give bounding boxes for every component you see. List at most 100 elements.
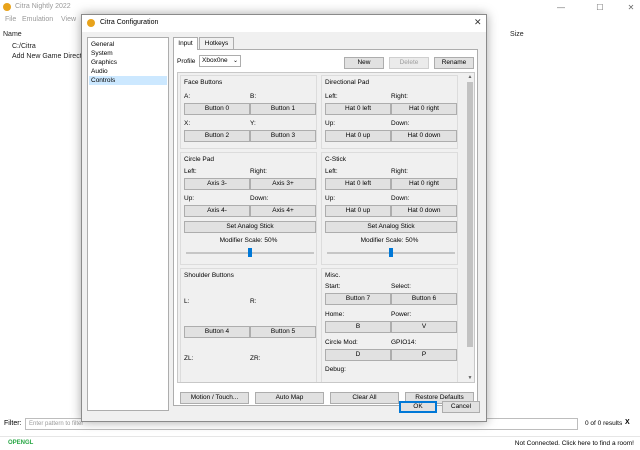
modifier-scale-label: Modifier Scale: 50% bbox=[219, 237, 278, 244]
ok-button[interactable]: OK bbox=[399, 401, 437, 413]
home-label: Home: bbox=[325, 311, 345, 318]
bind-y-button[interactable]: Button 3 bbox=[250, 130, 316, 142]
column-name-header[interactable]: Name bbox=[3, 31, 22, 38]
rename-profile-button[interactable]: Rename bbox=[434, 57, 474, 69]
nav-item-controls[interactable]: Controls bbox=[89, 76, 167, 85]
chevron-down-icon: ⌄ bbox=[232, 58, 238, 64]
bind-circle-left-button[interactable]: Axis 3- bbox=[184, 178, 250, 190]
menu-file[interactable]: File bbox=[5, 16, 16, 23]
auto-map-button[interactable]: Auto Map bbox=[255, 392, 324, 404]
face-buttons-group: Face Buttons A: B: Button 0 Button 1 X: … bbox=[180, 75, 317, 149]
menu-emulation[interactable]: Emulation bbox=[22, 16, 53, 23]
a-label: A: bbox=[184, 93, 191, 100]
bind-circle-right-button[interactable]: Axis 3+ bbox=[250, 178, 316, 190]
group-title: C-Stick bbox=[325, 156, 346, 163]
close-icon[interactable]: ✕ bbox=[625, 2, 637, 13]
bind-a-button[interactable]: Button 0 bbox=[184, 103, 250, 115]
slider-handle[interactable] bbox=[389, 248, 393, 257]
nav-item-general[interactable]: General bbox=[89, 40, 167, 49]
bind-power-button[interactable]: V bbox=[391, 321, 457, 333]
bind-l-button[interactable]: Button 4 bbox=[184, 326, 250, 338]
set-analog-stick-button[interactable]: Set Analog Stick bbox=[184, 221, 316, 233]
bind-start-button[interactable]: Button 7 bbox=[325, 293, 391, 305]
configuration-dialog: Citra Configuration ✕ General System Gra… bbox=[81, 14, 487, 422]
menu-view[interactable]: View bbox=[61, 16, 76, 23]
group-title: Directional Pad bbox=[325, 79, 370, 86]
bind-circle-down-button[interactable]: Axis 4+ bbox=[250, 205, 316, 217]
directional-pad-group: Directional Pad Left: Right: Hat 0 left … bbox=[321, 75, 458, 149]
scrollbar-thumb[interactable] bbox=[467, 82, 473, 347]
maximize-icon[interactable]: ☐ bbox=[594, 2, 606, 13]
dpad-right-label: Right: bbox=[391, 93, 408, 100]
minimize-icon[interactable]: — bbox=[555, 2, 567, 13]
clear-all-button[interactable]: Clear All bbox=[330, 392, 399, 404]
cstick-up-label: Up: bbox=[325, 195, 336, 202]
main-window-title: Citra Nightly 2022 bbox=[15, 3, 71, 10]
mapping-scroll-area[interactable]: Face Buttons A: B: Button 0 Button 1 X: … bbox=[177, 72, 475, 383]
settings-nav: General System Graphics Audio Controls bbox=[87, 37, 169, 411]
list-item[interactable]: C:/Citra bbox=[12, 43, 36, 50]
r-label: R: bbox=[250, 298, 257, 305]
main-title-bar: Citra Nightly 2022 — ☐ ✕ bbox=[0, 0, 640, 15]
tab-hotkeys[interactable]: Hotkeys bbox=[199, 37, 234, 49]
dpad-up-label: Up: bbox=[325, 120, 336, 127]
bind-dpad-right-button[interactable]: Hat 0 right bbox=[391, 103, 457, 115]
shoulder-buttons-group: Shoulder Buttons L: R: Button 4 Button 5… bbox=[180, 268, 317, 382]
bind-select-button[interactable]: Button 6 bbox=[391, 293, 457, 305]
tab-input[interactable]: Input bbox=[173, 37, 198, 50]
profile-select[interactable]: Xbox0ne ⌄ bbox=[199, 55, 241, 67]
bind-r-button[interactable]: Button 5 bbox=[250, 326, 316, 338]
close-icon[interactable]: ✕ bbox=[474, 17, 482, 28]
x-label: X: bbox=[184, 120, 191, 127]
bind-circle-up-button[interactable]: Axis 4- bbox=[184, 205, 250, 217]
bind-cstick-right-button[interactable]: Hat 0 right bbox=[391, 178, 457, 190]
power-label: Power: bbox=[391, 311, 412, 318]
bind-cstick-up-button[interactable]: Hat 0 up bbox=[325, 205, 391, 217]
slider-handle[interactable] bbox=[248, 248, 252, 257]
bind-cstick-left-button[interactable]: Hat 0 left bbox=[325, 178, 391, 190]
column-size-header[interactable]: Size bbox=[510, 31, 524, 38]
bind-x-button[interactable]: Button 2 bbox=[184, 130, 250, 142]
zr-label: ZR: bbox=[250, 355, 261, 362]
bind-gpio14-button[interactable]: P bbox=[391, 349, 457, 361]
clear-filter-button[interactable]: X bbox=[625, 419, 630, 426]
b-label: B: bbox=[250, 93, 257, 100]
bind-dpad-left-button[interactable]: Hat 0 left bbox=[325, 103, 391, 115]
bind-dpad-down-button[interactable]: Hat 0 down bbox=[391, 130, 457, 142]
delete-profile-button[interactable]: Delete bbox=[389, 57, 429, 69]
nav-item-graphics[interactable]: Graphics bbox=[89, 58, 167, 67]
y-label: Y: bbox=[250, 120, 256, 127]
motion-touch-button[interactable]: Motion / Touch... bbox=[180, 392, 249, 404]
circle-up-label: Up: bbox=[184, 195, 195, 202]
bind-circle-mod-button[interactable]: D bbox=[325, 349, 391, 361]
set-analog-stick-button[interactable]: Set Analog Stick bbox=[325, 221, 457, 233]
bind-home-button[interactable]: B bbox=[325, 321, 391, 333]
profile-value: Xbox0ne bbox=[202, 57, 228, 64]
profile-label: Profile bbox=[177, 58, 196, 65]
cancel-button[interactable]: Cancel bbox=[442, 401, 480, 413]
circle-mod-label: Circle Mod: bbox=[325, 339, 358, 346]
list-item[interactable]: Add New Game Directory bbox=[12, 53, 91, 60]
nav-item-audio[interactable]: Audio bbox=[89, 67, 167, 76]
nav-item-system[interactable]: System bbox=[89, 49, 167, 58]
new-profile-button[interactable]: New bbox=[344, 57, 384, 69]
bind-b-button[interactable]: Button 1 bbox=[250, 103, 316, 115]
status-bar: OPENGL Not Connected. Click here to find… bbox=[0, 436, 640, 450]
scroll-down-icon[interactable]: ▼ bbox=[465, 375, 474, 381]
circle-right-label: Right: bbox=[250, 168, 267, 175]
modifier-scale-label: Modifier Scale: 50% bbox=[360, 237, 419, 244]
c-stick-group: C-Stick Left: Right: Hat 0 left Hat 0 ri… bbox=[321, 152, 458, 265]
vertical-scrollbar[interactable]: ▲ ▼ bbox=[465, 73, 474, 382]
bind-dpad-up-button[interactable]: Hat 0 up bbox=[325, 130, 391, 142]
citra-app-icon bbox=[87, 19, 95, 27]
gpio14-label: GPIO14: bbox=[391, 339, 417, 346]
citra-app-icon bbox=[3, 3, 11, 11]
scroll-up-icon[interactable]: ▲ bbox=[465, 74, 474, 80]
network-status[interactable]: Not Connected. Click here to find a room… bbox=[515, 440, 634, 447]
dpad-down-label: Down: bbox=[391, 120, 410, 127]
misc-group: Misc. Start: Select: Button 7 Button 6 H… bbox=[321, 268, 458, 382]
zl-label: ZL: bbox=[184, 355, 194, 362]
input-panel: Profile Xbox0ne ⌄ New Delete Rename Face… bbox=[173, 49, 478, 406]
bind-cstick-down-button[interactable]: Hat 0 down bbox=[391, 205, 457, 217]
renderer-badge[interactable]: OPENGL bbox=[8, 440, 33, 446]
